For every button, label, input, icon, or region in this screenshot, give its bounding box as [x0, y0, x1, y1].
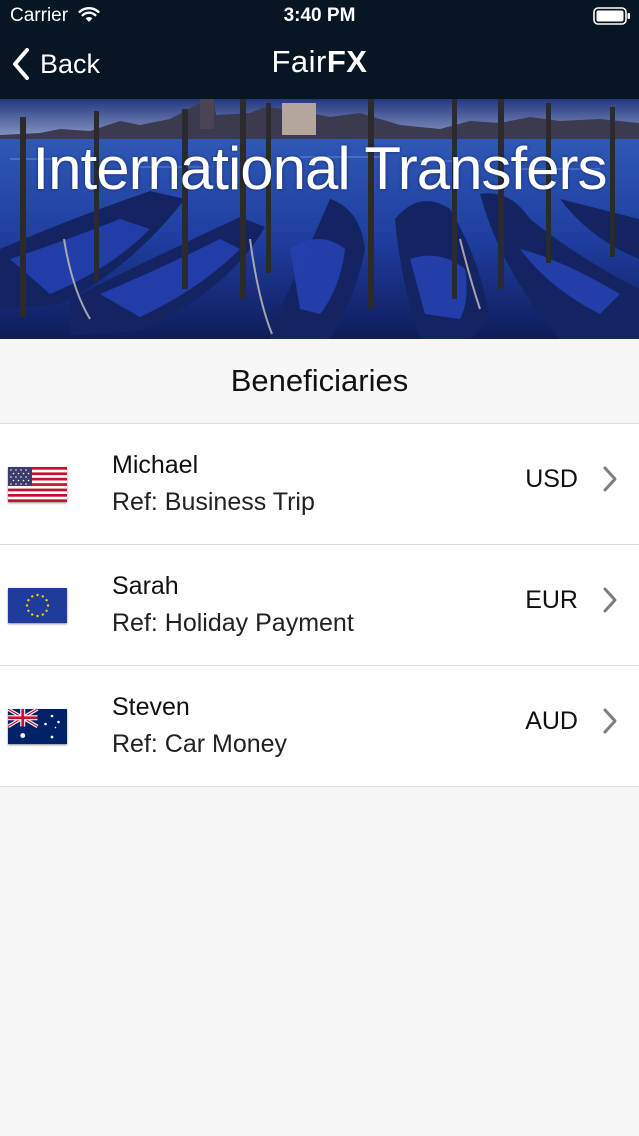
au-flag-icon — [8, 709, 67, 744]
brand-logo-part1: Fair — [271, 44, 327, 79]
beneficiary-reference: Ref: Holiday Payment — [112, 609, 354, 637]
section-title: Beneficiaries — [230, 363, 409, 398]
beneficiary-row-michael[interactable]: Michael Ref: Business Trip USD — [0, 424, 639, 545]
us-flag-icon — [8, 467, 67, 502]
chevron-right-icon — [603, 708, 617, 734]
hero-title: International Transfers — [32, 135, 608, 202]
battery-icon — [593, 7, 630, 25]
section-header: Beneficiaries — [0, 339, 639, 424]
beneficiary-list: Michael Ref: Business Trip USD Sarah Ref… — [0, 424, 639, 787]
navigation-bar: Carrier 3:40 PM Back FairFX — [0, 0, 639, 99]
brand-logo: FairFX — [0, 42, 639, 82]
beneficiary-row-sarah[interactable]: Sarah Ref: Holiday Payment EUR — [0, 545, 639, 666]
beneficiary-row-steven[interactable]: Steven Ref: Car Money AUD — [0, 666, 639, 787]
hero-banner: International Transfers — [0, 99, 639, 339]
beneficiary-reference: Ref: Car Money — [112, 730, 288, 758]
beneficiary-name: Sarah — [112, 572, 179, 600]
chevron-right-icon — [603, 466, 617, 492]
beneficiary-currency: USD — [525, 465, 578, 493]
beneficiary-name: Steven — [112, 693, 190, 721]
beneficiary-name: Michael — [112, 451, 199, 479]
status-time: 3:40 PM — [283, 5, 356, 26]
beneficiary-reference: Ref: Business Trip — [112, 488, 315, 516]
screen: Carrier 3:40 PM Back FairFX Internationa… — [0, 0, 639, 1136]
eu-flag-icon — [8, 588, 67, 623]
chevron-right-icon — [603, 587, 617, 613]
beneficiary-currency: AUD — [525, 707, 578, 735]
brand-logo-part2: FX — [326, 44, 368, 79]
beneficiary-currency: EUR — [525, 586, 578, 614]
